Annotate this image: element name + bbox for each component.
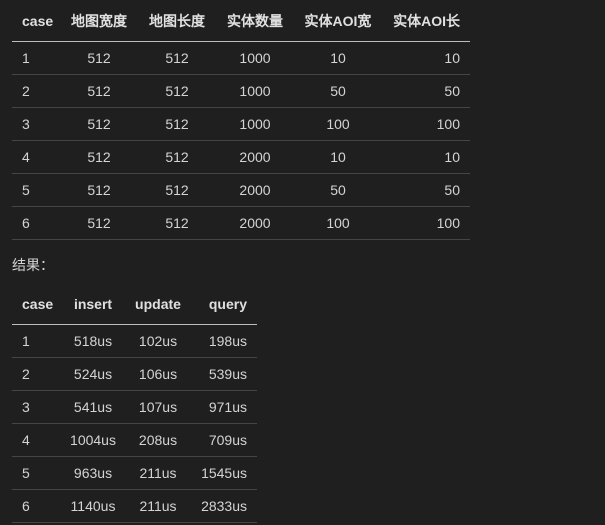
- table-cell: 100: [296, 206, 380, 240]
- table-cell: 10: [380, 41, 470, 75]
- table-cell: 211us: [130, 456, 186, 490]
- table-cell: 709us: [186, 423, 257, 457]
- column-header: insert: [56, 284, 130, 325]
- table-cell: 6: [12, 206, 58, 240]
- table-row: 1 512 512 1000 10 10: [12, 41, 470, 75]
- table-cell: 5: [12, 173, 58, 207]
- table-cell: 211us: [130, 489, 186, 523]
- table-cell: 208us: [130, 423, 186, 457]
- table-row: 5 963us 211us 1545us: [12, 456, 257, 490]
- table-cell: 512: [140, 206, 214, 240]
- table-cell: 512: [58, 173, 140, 207]
- table-cell: 539us: [186, 357, 257, 391]
- table-cell: 2000: [214, 140, 296, 174]
- table-cell: 1000: [214, 74, 296, 108]
- table-cell: 512: [140, 140, 214, 174]
- table-cell: 512: [140, 173, 214, 207]
- table-cell: 4: [12, 423, 56, 457]
- table-cell: 2: [12, 74, 58, 108]
- table-cell: 50: [380, 173, 470, 207]
- table-cell: 2000: [214, 173, 296, 207]
- table-cell: 6: [12, 489, 56, 523]
- table-cell: 2000: [214, 206, 296, 240]
- table-cell: 1: [12, 41, 58, 75]
- table-cell: 10: [380, 140, 470, 174]
- table-row: 4 512 512 2000 10 10: [12, 140, 470, 174]
- config-table: case 地图宽度 地图长度 实体数量 实体AOI宽 实体AOI长 1 512 512 1000…: [12, 1, 470, 240]
- table-cell: 512: [58, 206, 140, 240]
- table-cell: 3: [12, 107, 58, 141]
- table-cell: 1: [12, 324, 56, 358]
- table-cell: 100: [296, 107, 380, 141]
- table-cell: 512: [58, 107, 140, 141]
- table-row: 3 512 512 1000 100 100: [12, 107, 470, 141]
- config-header-row: case 地图宽度 地图长度 实体数量 实体AOI宽 实体AOI长: [12, 1, 470, 42]
- column-header: 实体AOI长: [380, 1, 470, 42]
- table-cell: 100: [380, 206, 470, 240]
- column-header: 实体数量: [214, 1, 296, 42]
- results-table: case insert update query 1 518us 102us 198us 2 5…: [12, 284, 257, 523]
- table-cell: 10: [296, 140, 380, 174]
- table-cell: 107us: [130, 390, 186, 424]
- table-cell: 102us: [130, 324, 186, 358]
- column-header: 地图宽度: [58, 1, 140, 42]
- table-cell: 50: [296, 74, 380, 108]
- table-row: 2 524us 106us 539us: [12, 357, 257, 391]
- table-cell: 971us: [186, 390, 257, 424]
- table-cell: 512: [140, 107, 214, 141]
- table-row: 2 512 512 1000 50 50: [12, 74, 470, 108]
- column-header: update: [130, 284, 186, 325]
- column-header: query: [186, 284, 257, 325]
- table-cell: 50: [296, 173, 380, 207]
- table-cell: 2: [12, 357, 56, 391]
- table-cell: 512: [58, 41, 140, 75]
- results-label: 结果：: [12, 257, 54, 273]
- results-header-row: case insert update query: [12, 284, 257, 325]
- table-cell: 198us: [186, 324, 257, 358]
- table-cell: 1000: [214, 41, 296, 75]
- table-row: 4 1004us 208us 709us: [12, 423, 257, 457]
- column-header: case: [12, 284, 56, 325]
- table-cell: 1004us: [56, 423, 130, 457]
- table-cell: 512: [58, 140, 140, 174]
- table-cell: 3: [12, 390, 56, 424]
- table-row: 3 541us 107us 971us: [12, 390, 257, 424]
- table-cell: 2833us: [186, 489, 257, 523]
- table-row: 6 1140us 211us 2833us: [12, 489, 257, 523]
- table-cell: 5: [12, 456, 56, 490]
- table-cell: 512: [140, 41, 214, 75]
- table-cell: 1545us: [186, 456, 257, 490]
- table-cell: 10: [296, 41, 380, 75]
- table-cell: 541us: [56, 390, 130, 424]
- table-cell: 1000: [214, 107, 296, 141]
- table-cell: 524us: [56, 357, 130, 391]
- table-row: 5 512 512 2000 50 50: [12, 173, 470, 207]
- column-header: 实体AOI宽: [296, 1, 380, 42]
- table-cell: 100: [380, 107, 470, 141]
- table-cell: 4: [12, 140, 58, 174]
- column-header: case: [12, 1, 58, 42]
- table-cell: 106us: [130, 357, 186, 391]
- column-header: 地图长度: [140, 1, 214, 42]
- table-row: 6 512 512 2000 100 100: [12, 206, 470, 240]
- table-cell: 50: [380, 74, 470, 108]
- table-cell: 1140us: [56, 489, 130, 523]
- table-cell: 512: [58, 74, 140, 108]
- table-row: 1 518us 102us 198us: [12, 324, 257, 358]
- table-cell: 512: [140, 74, 214, 108]
- table-cell: 518us: [56, 324, 130, 358]
- table-cell: 963us: [56, 456, 130, 490]
